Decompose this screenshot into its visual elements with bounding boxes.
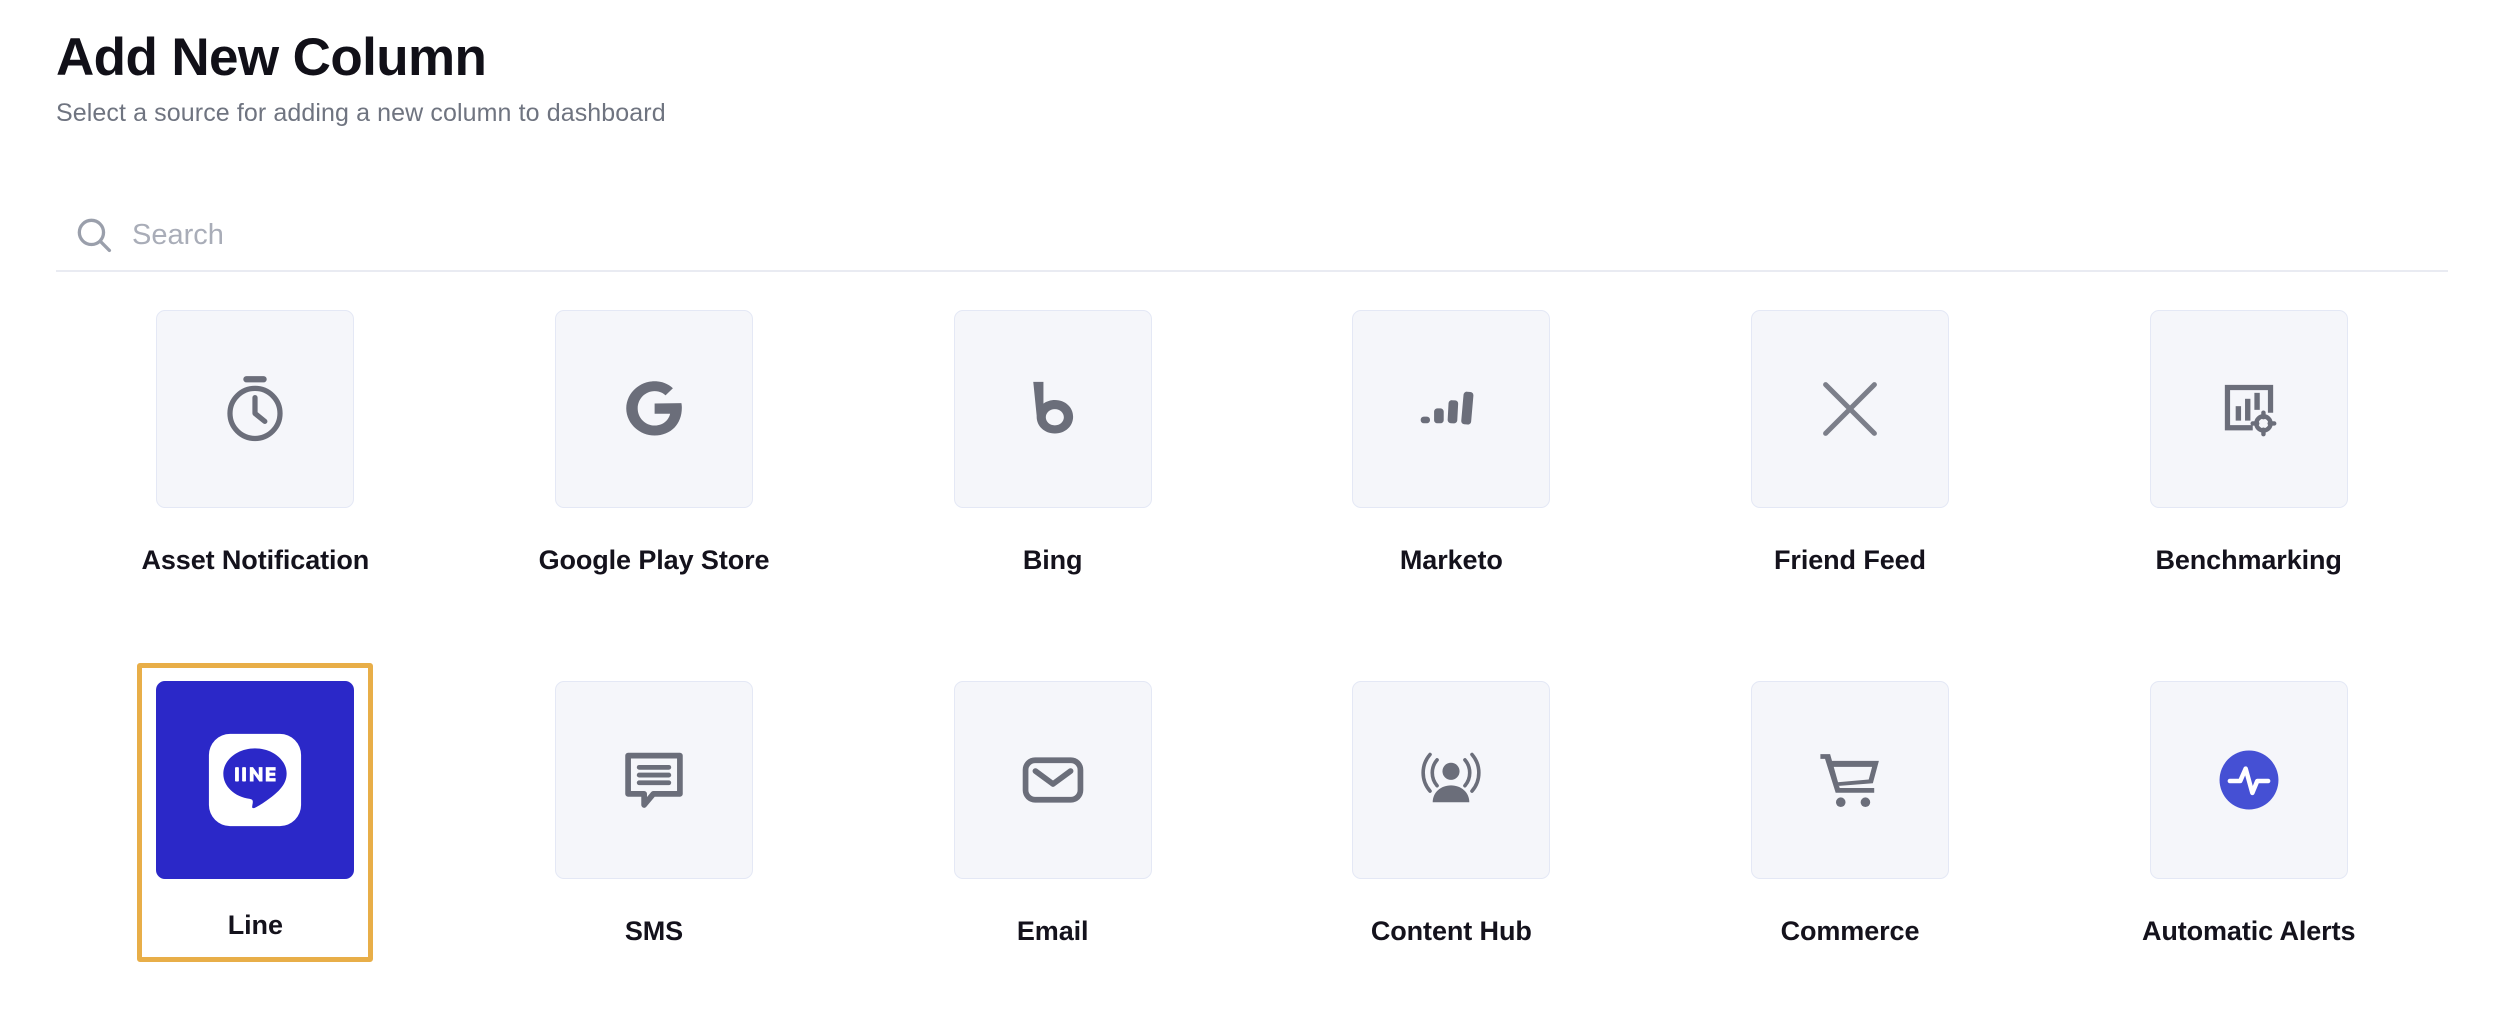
source-tile-email[interactable]: Email <box>853 663 1252 1022</box>
source-tile-sms[interactable]: SMS <box>455 663 854 1022</box>
tile-thumbnail <box>554 681 753 879</box>
line-logo-icon <box>207 732 303 828</box>
tile-thumbnail <box>1352 310 1551 508</box>
source-tile-friend-feed[interactable]: Friend Feed <box>1651 292 2050 663</box>
tile-label: Google Play Store <box>538 545 770 575</box>
source-tile-commerce[interactable]: Commerce <box>1651 663 2050 1022</box>
search-input[interactable] <box>132 211 1032 259</box>
tile-thumbnail <box>1750 310 1949 508</box>
benchmark-target-icon <box>2215 375 2283 443</box>
tile-inner: Commerce <box>1732 663 1968 964</box>
tile-inner: Content Hub <box>1333 663 1569 964</box>
tile-inner: Friend Feed <box>1732 292 1968 593</box>
tile-label: Friend Feed <box>1774 545 1926 575</box>
tile-inner: Automatic Alerts <box>2131 663 2367 964</box>
tile-inner: Bing <box>935 292 1171 593</box>
source-tile-asset-notification[interactable]: Asset Notification <box>56 292 455 663</box>
tile-thumbnail <box>554 310 753 508</box>
source-tile-bing[interactable]: Bing <box>853 292 1252 663</box>
envelope-icon <box>1016 743 1090 817</box>
page-title: Add New Column <box>56 28 487 87</box>
tile-label: Email <box>1016 916 1089 946</box>
tile-inner: Marketo <box>1333 292 1569 593</box>
page-subtitle: Select a source for adding a new column … <box>56 99 666 128</box>
bar-chart-icon <box>1416 374 1486 444</box>
tile-label: Line <box>227 910 283 940</box>
tile-inner: Email <box>935 663 1171 964</box>
tile-label: SMS <box>624 916 684 946</box>
tile-thumbnail <box>1750 681 1949 879</box>
page-header: Add New Column Select a source for addin… <box>56 28 1656 130</box>
tile-label: Commerce <box>1780 916 1920 946</box>
source-grid: Asset Notification Google Play Store Bin… <box>56 292 2448 1022</box>
source-tile-content-hub[interactable]: Content Hub <box>1252 663 1651 1022</box>
tile-inner: Asset Notification <box>137 292 373 593</box>
shopping-cart-icon <box>1813 743 1887 817</box>
tile-thumbnail <box>1352 681 1551 879</box>
chat-bubble-icon <box>617 743 691 817</box>
tile-thumbnail <box>156 681 355 879</box>
tile-label: Marketo <box>1399 545 1503 575</box>
tile-thumbnail <box>2149 310 2348 508</box>
source-tile-automatic-alerts[interactable]: Automatic Alerts <box>2049 663 2448 1022</box>
add-new-column-page: Add New Column Select a source for addin… <box>0 0 2504 1022</box>
bing-b-icon <box>1016 372 1090 446</box>
tile-thumbnail <box>156 310 355 508</box>
x-close-icon <box>1812 371 1888 447</box>
tile-label: Benchmarking <box>2155 545 2342 575</box>
source-tile-line[interactable]: Line <box>56 663 455 1022</box>
tile-label: Content Hub <box>1370 916 1532 946</box>
pulse-circle-icon <box>2218 749 2280 811</box>
tile-label: Asset Notification <box>141 545 370 575</box>
search-icon <box>72 213 116 257</box>
tile-thumbnail <box>953 681 1152 879</box>
header-divider <box>56 270 2448 272</box>
tile-inner: Line <box>137 663 374 963</box>
tile-label: Automatic Alerts <box>2141 916 2356 946</box>
tile-inner: Benchmarking <box>2131 292 2367 593</box>
stopwatch-icon <box>217 371 293 447</box>
tile-label: Bing <box>1022 545 1083 575</box>
search-bar[interactable] <box>56 200 2448 270</box>
source-tile-google-play-store[interactable]: Google Play Store <box>455 292 854 663</box>
tile-thumbnail <box>2149 681 2348 879</box>
google-g-icon <box>617 372 691 446</box>
source-tile-marketo[interactable]: Marketo <box>1252 292 1651 663</box>
tile-thumbnail <box>953 310 1152 508</box>
source-tile-benchmarking[interactable]: Benchmarking <box>2049 292 2448 663</box>
tile-inner: SMS <box>536 663 772 964</box>
broadcast-person-icon <box>1415 744 1487 816</box>
tile-inner: Google Play Store <box>536 292 772 593</box>
